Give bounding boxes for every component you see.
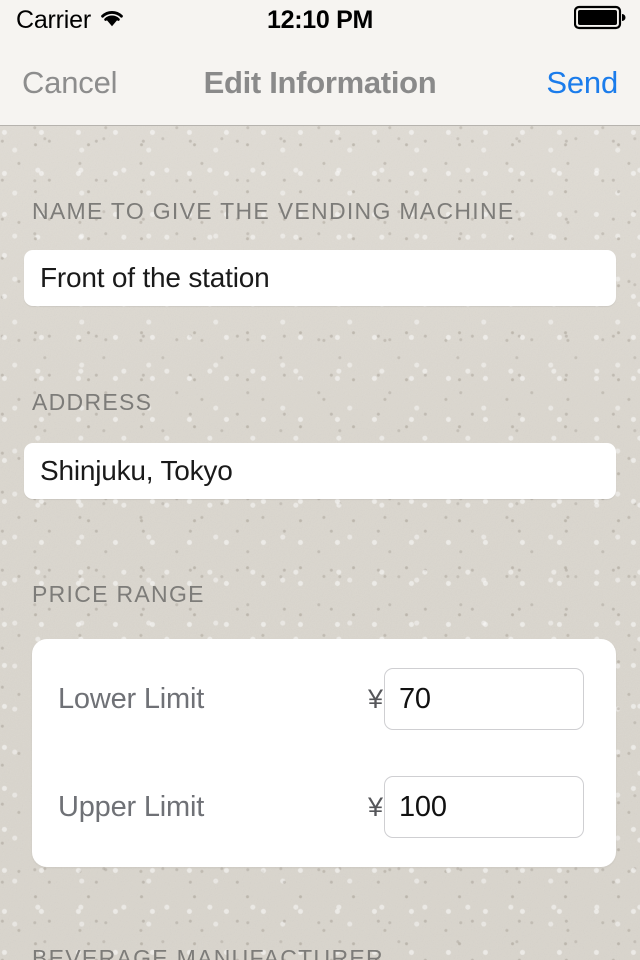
form-content: NAME TO GIVE THE VENDING MACHINE ADDRESS… — [0, 126, 640, 960]
status-bar-clock: 12:10 PM — [267, 5, 373, 34]
price-range-card: Lower Limit ¥ Upper Limit ¥ — [32, 639, 616, 867]
lower-limit-input[interactable] — [384, 668, 584, 730]
upper-limit-label: Upper Limit — [58, 790, 205, 823]
address-section-label: ADDRESS — [32, 389, 153, 415]
lower-limit-label: Lower Limit — [58, 682, 205, 715]
app-screen: Carrier 12:10 PM Cancel Edit Information… — [0, 0, 640, 960]
lower-limit-row: Lower Limit ¥ — [32, 645, 616, 753]
status-bar: Carrier 12:10 PM — [0, 0, 640, 40]
battery-full-icon — [573, 5, 626, 35]
upper-limit-row: Upper Limit ¥ — [32, 753, 616, 861]
vending-machine-name-input[interactable] — [24, 250, 616, 306]
upper-limit-input[interactable] — [384, 776, 584, 838]
send-button[interactable]: Send — [546, 65, 618, 101]
status-bar-right — [573, 5, 626, 35]
name-section-label: NAME TO GIVE THE VENDING MACHINE — [32, 198, 515, 224]
price-range-section-label: PRICE RANGE — [32, 581, 205, 607]
address-input[interactable] — [24, 443, 616, 499]
navigation-bar: Cancel Edit Information Send — [0, 40, 640, 126]
page-title: Edit Information — [203, 64, 437, 100]
beverage-manufacturer-section-label: BEVERAGE MANUFACTURER — [32, 945, 384, 960]
yen-symbol-icon: ¥ — [368, 683, 384, 714]
yen-symbol-icon: ¥ — [368, 791, 384, 822]
